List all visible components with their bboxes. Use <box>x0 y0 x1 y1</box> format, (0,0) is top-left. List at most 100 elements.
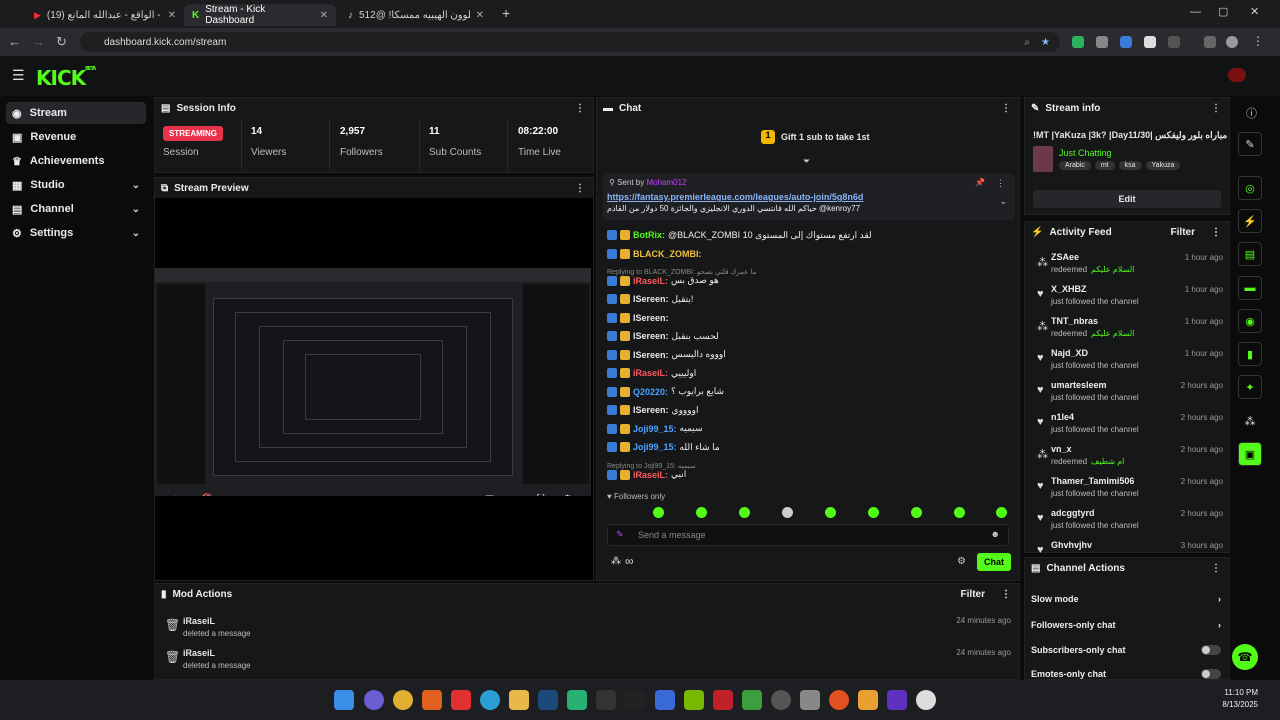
fullscreen-icon[interactable]: ⛶ <box>537 494 544 496</box>
category-name[interactable]: Just Chatting <box>1059 148 1112 158</box>
app-icon[interactable] <box>800 690 820 710</box>
tag[interactable]: Arabic <box>1059 161 1091 170</box>
extension-icon[interactable] <box>1120 36 1132 48</box>
broadcast-tool-icon[interactable]: ◉ <box>1238 309 1262 333</box>
gift-sub-banner[interactable]: 1 Gift 1 sub to take 1st <box>761 130 870 144</box>
more-options-icon[interactable]: ⋮ <box>1211 227 1221 238</box>
emote-icon[interactable] <box>696 507 707 518</box>
sidebar-item-revenue[interactable]: ▣ Revenue <box>6 126 146 148</box>
new-tab-button[interactable]: + <box>502 5 510 21</box>
tag[interactable]: Yakuza <box>1145 161 1181 170</box>
emotes-only-toggle[interactable] <box>1201 669 1221 679</box>
system-clock[interactable]: 11:10 PM 8/13/2025 <box>1212 688 1258 709</box>
tab-youtube[interactable]: ▶ (19) الواقع - عبدالله المانع - Tube ✕ <box>26 4 184 26</box>
chat-username[interactable]: ISereen: <box>633 294 669 304</box>
app-icon[interactable] <box>422 690 442 710</box>
activity-user[interactable]: umartesleem <box>1051 380 1107 390</box>
app-tool-icon[interactable]: ▣ <box>1238 442 1262 466</box>
windows-start-icon[interactable] <box>334 690 354 710</box>
close-icon[interactable]: ✕ <box>476 10 484 21</box>
obs-icon[interactable] <box>771 690 791 710</box>
chat-username[interactable]: BLACK_ZOMBI: <box>633 249 702 259</box>
bookmark-star-icon[interactable]: ★ <box>1041 37 1050 48</box>
minimize-icon[interactable]: — <box>1190 6 1201 18</box>
url-bar[interactable]: dashboard.kick.com/stream ⌕ ★ <box>80 32 1060 52</box>
discord-icon[interactable] <box>364 690 384 710</box>
send-chat-button[interactable]: Chat <box>977 553 1011 571</box>
chat-username[interactable]: ISereen: <box>633 313 669 323</box>
emote-icon[interactable] <box>739 507 750 518</box>
ea-icon[interactable] <box>829 690 849 710</box>
sidebar-icon[interactable] <box>1204 36 1216 48</box>
mod-user[interactable]: iRaseiL <box>183 616 215 626</box>
chevron-down-icon[interactable]: ⌄ <box>132 204 140 215</box>
gear-icon[interactable]: ⚙ <box>563 494 572 496</box>
pinned-user[interactable]: Moham012 <box>646 178 686 187</box>
emote-icon[interactable] <box>954 507 965 518</box>
play-icon[interactable]: ▶ <box>175 494 183 496</box>
lightning-tool-icon[interactable]: ⚡ <box>1238 209 1262 233</box>
brave-icon[interactable] <box>451 690 471 710</box>
more-options-icon[interactable]: ⋮ <box>575 183 585 194</box>
users-tool-icon[interactable]: ⁂ <box>1238 409 1262 433</box>
stream-video[interactable]: ▶ 🔇 ▣ ▭ ⛶ ⚙ <box>155 268 591 496</box>
app-icon[interactable] <box>567 690 587 710</box>
tag[interactable]: mt <box>1094 161 1115 170</box>
xbox-icon[interactable] <box>596 690 616 710</box>
mod-user[interactable]: iRaseiL <box>183 648 215 658</box>
chat-username[interactable]: iRaseiL: <box>633 470 668 480</box>
sidebar-item-channel[interactable]: ▤ Channel ⌄ <box>6 198 146 220</box>
edit-stream-button[interactable]: Edit <box>1033 190 1221 208</box>
edge-icon[interactable] <box>480 690 500 710</box>
extension-shield-icon[interactable] <box>1072 36 1084 48</box>
minecraft-icon[interactable] <box>742 690 762 710</box>
chevron-down-icon[interactable]: ⌄ <box>999 196 1007 207</box>
activity-user[interactable]: X_XHBZ <box>1051 284 1087 294</box>
profile-avatar[interactable] <box>1226 36 1238 48</box>
emote-icon[interactable] <box>825 507 836 518</box>
mod-tool-icon[interactable]: ▮ <box>1238 342 1262 366</box>
followers-only-row[interactable]: Followers-only chat › <box>1031 615 1227 635</box>
emote-icon[interactable] <box>996 507 1007 518</box>
emote-icon[interactable] <box>653 507 664 518</box>
kick-logo[interactable]: KICKBETA <box>36 66 96 90</box>
edit-tool-icon[interactable]: ✎ <box>1238 132 1262 156</box>
activity-user[interactable]: n1le4 <box>1051 412 1074 422</box>
chevron-down-icon[interactable]: ⌄ <box>132 228 140 239</box>
tab-kick-dashboard[interactable]: K Stream - Kick Dashboard ✕ <box>184 4 336 26</box>
hamburger-menu-icon[interactable]: ☰ <box>12 67 25 84</box>
gear-icon[interactable]: ⚙ <box>957 556 966 567</box>
activity-user[interactable]: TNT_nbras <box>1051 316 1098 326</box>
scroll-down-icon[interactable]: ⏷ <box>803 156 810 167</box>
maximize-icon[interactable]: ▢ <box>1218 5 1228 18</box>
subscribers-only-toggle[interactable] <box>1201 645 1221 655</box>
filter-button[interactable]: Filter <box>961 589 985 600</box>
epic-games-icon[interactable] <box>625 690 645 710</box>
emoji-icon[interactable]: ☻ <box>991 529 1000 539</box>
tab-tiktok[interactable]: ♪ جلوون الهيبيه ممسكا! @512 ✕ <box>340 4 492 26</box>
pinned-link[interactable]: https://fantasy.premierleague.com/league… <box>607 192 863 202</box>
menu-icon[interactable]: ⋮ <box>1252 34 1264 48</box>
help-chat-icon[interactable]: ☎ <box>1232 644 1258 670</box>
activity-user[interactable]: adcggtyrd <box>1051 508 1095 518</box>
activity-user[interactable]: Ghvhvjhv <box>1051 540 1092 550</box>
more-options-icon[interactable]: ⋮ <box>575 103 585 114</box>
chat-username[interactable]: Joji99_15: <box>633 424 677 434</box>
chevron-down-icon[interactable]: ⌄ <box>132 180 140 191</box>
slow-mode-row[interactable]: Slow mode › <box>1031 589 1227 609</box>
app-icon[interactable] <box>916 690 936 710</box>
wrench-tool-icon[interactable]: ✦ <box>1238 375 1262 399</box>
close-window-icon[interactable]: ✕ <box>1250 5 1259 18</box>
chat-input[interactable]: ✎ Send a message ☻ <box>607 524 1009 546</box>
chat-username[interactable]: iRaseiL: <box>633 276 668 286</box>
activity-user[interactable]: vn_x <box>1051 444 1072 454</box>
pip-icon[interactable]: ▣ <box>485 494 494 496</box>
shield-app-icon[interactable] <box>655 690 675 710</box>
emote-icon[interactable] <box>911 507 922 518</box>
theater-icon[interactable]: ▭ <box>511 494 520 496</box>
chat-username[interactable]: iRaseiL: <box>633 368 668 378</box>
extension-icon[interactable] <box>1144 36 1156 48</box>
more-options-icon[interactable]: ⋮ <box>1211 103 1221 114</box>
back-icon[interactable]: ← <box>8 34 21 49</box>
sidebar-item-stream[interactable]: ◉ Stream <box>6 102 146 124</box>
